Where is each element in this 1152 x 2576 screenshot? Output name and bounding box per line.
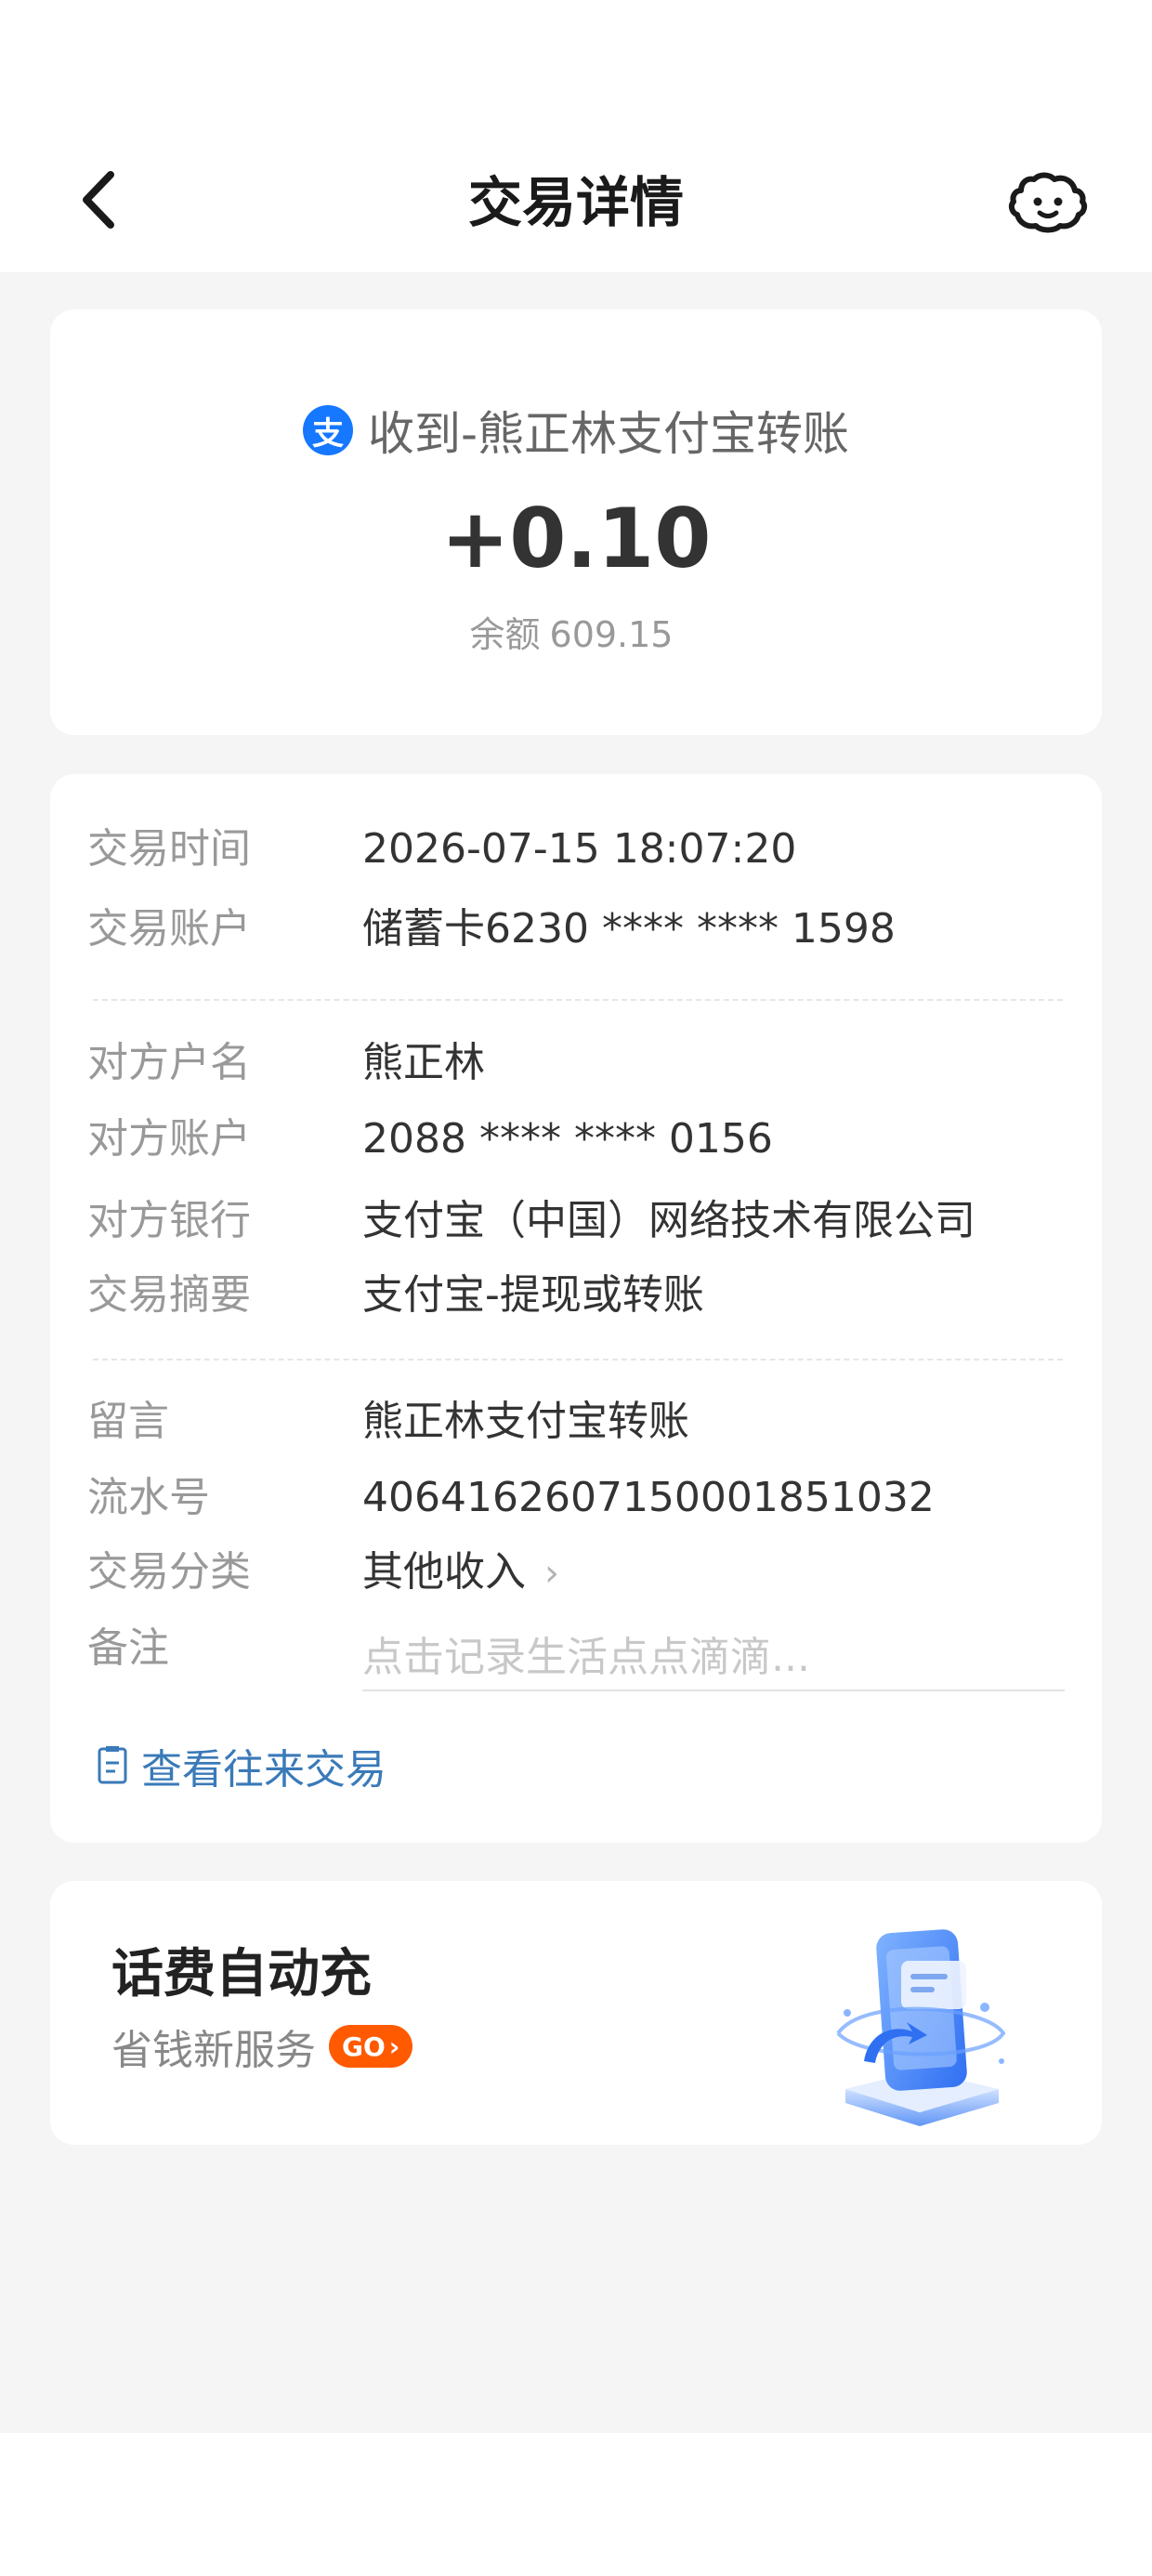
detail-value: 支付宝-提现或转账 (362, 1271, 704, 1319)
detail-label: 流水号 (87, 1474, 210, 1521)
detail-label: 对方户名 (87, 1039, 251, 1086)
promo-subtitle-line: 省钱新服务 GO › (111, 2018, 413, 2074)
detail-row-payee-bank: 对方银行 支付宝（中国）网络技术有限公司 (87, 1193, 1065, 1249)
view-history-link[interactable]: 查看往来交易 (97, 1736, 386, 1795)
detail-label: 交易时间 (87, 825, 251, 873)
detail-label: 对方账户 (87, 1115, 251, 1163)
category-selector[interactable]: 其他收入 › (362, 1544, 559, 1601)
detail-row-time: 交易时间 2026-07-15 18:07:20 (87, 821, 1065, 877)
alipay-logo-icon: 支 (302, 405, 353, 455)
merchant-title: 支 收到-熊正林支付宝转账 (0, 395, 1152, 466)
detail-row-category[interactable]: 交易分类 其他收入 › (87, 1544, 1065, 1600)
detail-value: 储蓄卡6230 **** **** 1598 (362, 905, 896, 953)
detail-row-serial: 流水号 4064162607150001851032 (87, 1470, 1065, 1526)
promo-title: 话费自动充 (111, 1944, 372, 2004)
detail-row-account: 交易账户 储蓄卡6230 **** **** 1598 (87, 901, 1065, 957)
promo-subtitle: 省钱新服务 (111, 2027, 316, 2074)
detail-label: 交易账户 (87, 905, 251, 953)
go-button[interactable]: GO › (329, 2025, 413, 2068)
page-title: 交易详情 (467, 171, 684, 234)
chevron-right-icon: › (544, 1552, 559, 1595)
bottom-safe-area (0, 2433, 1152, 2576)
view-history-label: 查看往来交易 (141, 1746, 386, 1794)
customer-service-icon (1008, 172, 1088, 233)
detail-value: 2088 **** **** 0156 (362, 1115, 773, 1163)
balance-value: 609.15 (549, 614, 674, 655)
detail-label: 留言 (87, 1398, 169, 1445)
document-icon (98, 1746, 127, 1784)
note-input[interactable] (362, 1624, 1065, 1691)
divider (93, 1359, 1063, 1360)
detail-label: 交易摘要 (87, 1271, 251, 1319)
detail-value: 熊正林 (362, 1039, 485, 1086)
chevron-right-icon: › (388, 2031, 400, 2062)
detail-label: 对方银行 (87, 1197, 251, 1244)
divider (93, 999, 1063, 1001)
category-value: 其他收入 (362, 1548, 526, 1596)
detail-label: 备注 (87, 1624, 169, 1672)
merchant-name: 收到-熊正林支付宝转账 (367, 407, 850, 461)
phone-recharge-illustration (836, 1929, 1006, 2126)
detail-row-payee-account: 对方账户 2088 **** **** 0156 (87, 1111, 1065, 1167)
detail-label: 交易分类 (87, 1548, 251, 1596)
balance-line: 余额 609.15 (0, 611, 1152, 658)
detail-value: 熊正林支付宝转账 (362, 1398, 689, 1445)
detail-value: 2026-07-15 18:07:20 (362, 825, 797, 873)
customer-service-button[interactable] (1001, 165, 1094, 238)
balance-label: 余额 (469, 614, 541, 655)
detail-row-summary: 交易摘要 支付宝-提现或转账 (87, 1268, 1065, 1323)
transaction-amount: +0.10 (440, 491, 712, 586)
header-bar: 交易详情 (0, 0, 1152, 272)
detail-row-payee-name: 对方户名 熊正林 (87, 1035, 1065, 1091)
detail-row-message: 留言 熊正林支付宝转账 (87, 1394, 1065, 1450)
detail-value: 支付宝（中国）网络技术有限公司 (362, 1197, 975, 1244)
go-label: GO (342, 2031, 386, 2062)
detail-value: 4064162607150001851032 (362, 1474, 935, 1521)
